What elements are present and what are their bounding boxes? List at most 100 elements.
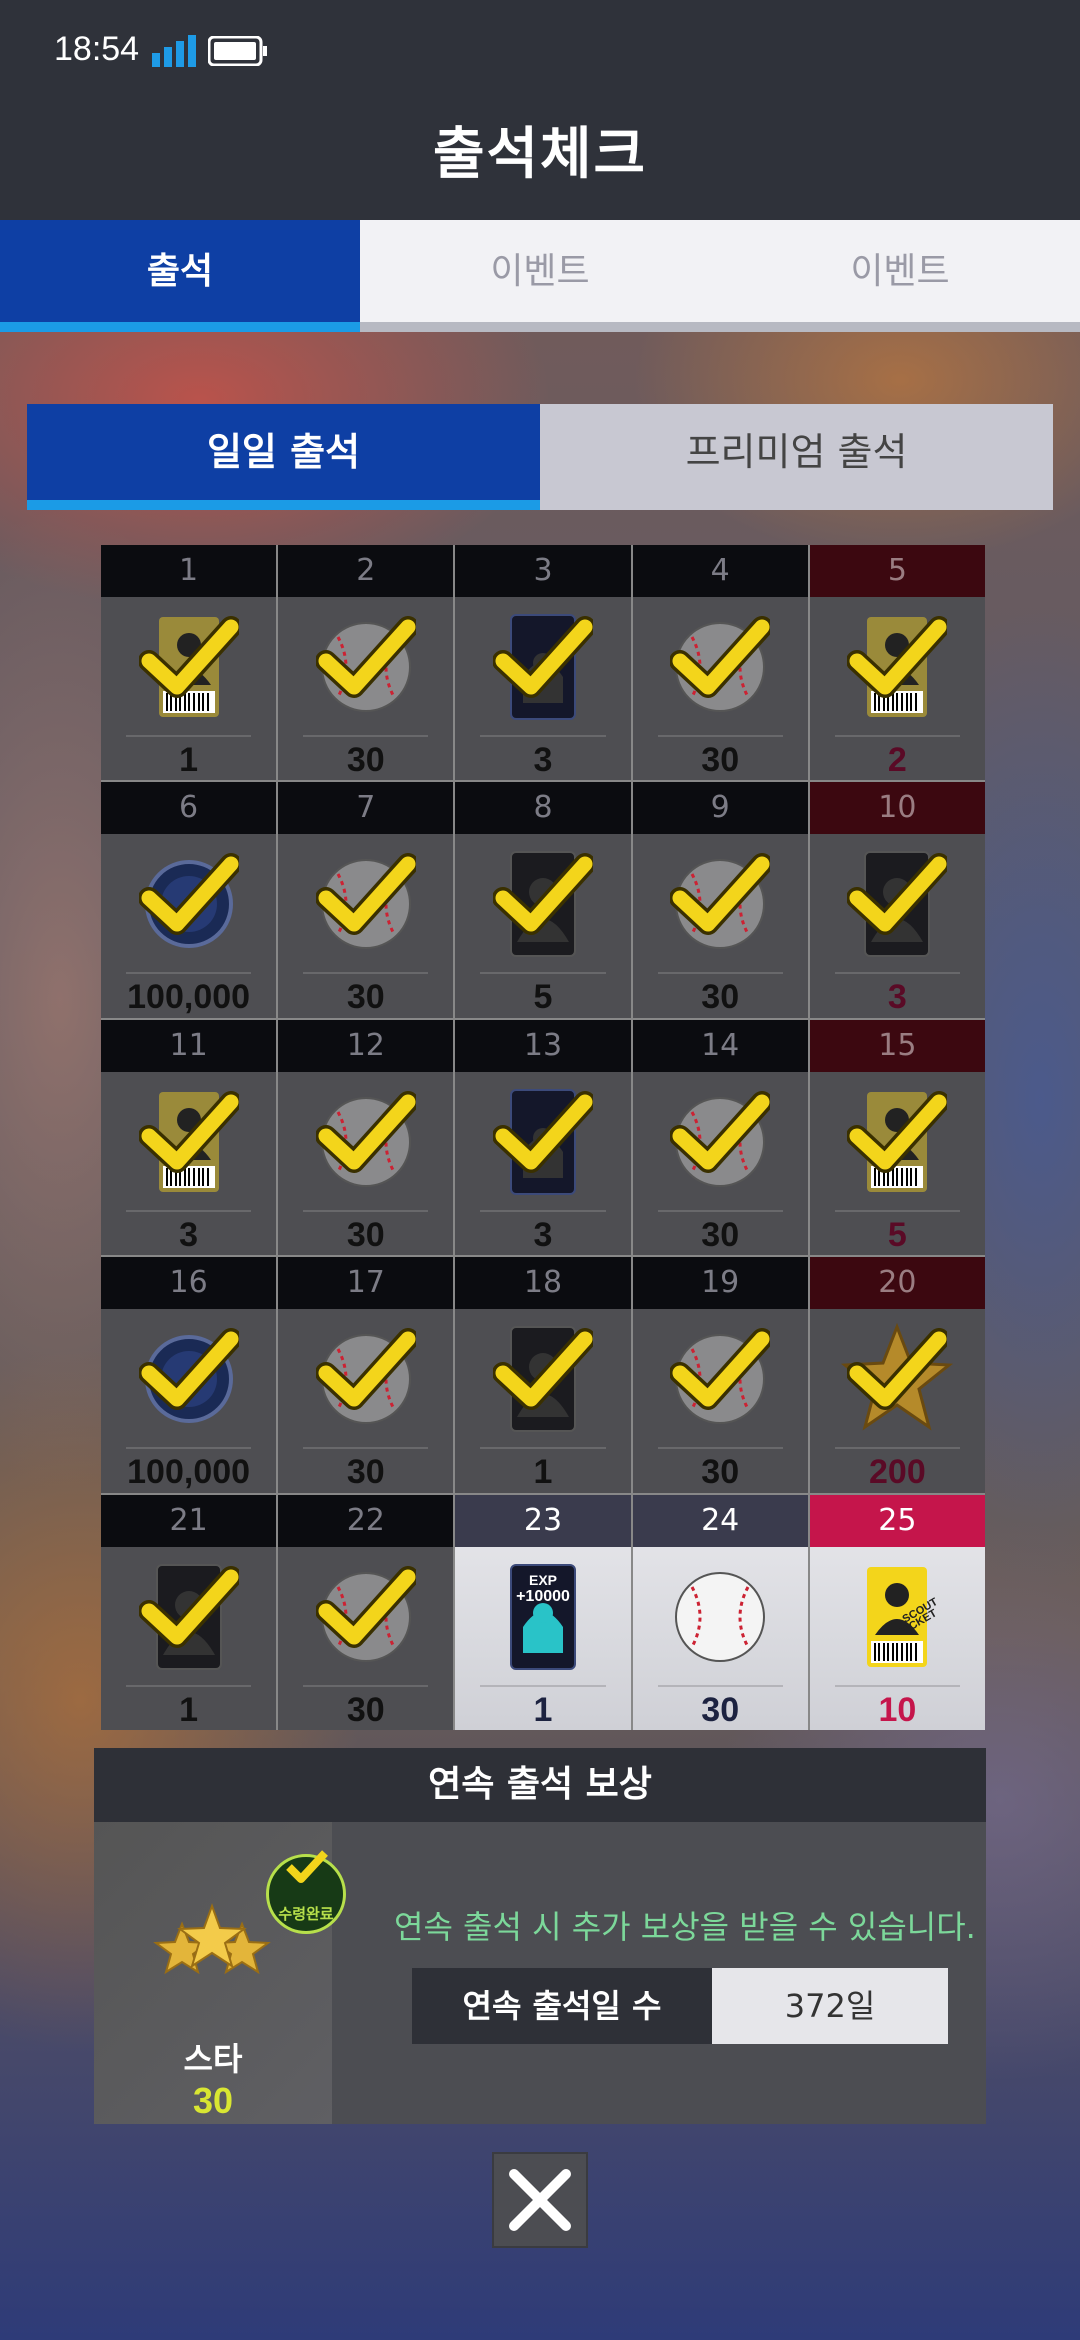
reward-amount: 5 bbox=[887, 1215, 907, 1254]
day-number: 9 bbox=[632, 782, 808, 835]
calendar-day-1[interactable]: 11 bbox=[101, 545, 277, 781]
calendar-day-18[interactable]: 18 1 bbox=[455, 1257, 631, 1493]
day-number: 11 bbox=[101, 1019, 277, 1072]
attendance-calendar: 1 1 2 30 3 3 4 30 5 2 6 100,000 7 30 8 5 9 30 10 3 11 3 12 30 13… bbox=[101, 545, 985, 1730]
streak-bonus-panel: 연속 출석 보상 수령완료 스타 30 연속 출석 시 추가 보상을 받을 수 … bbox=[94, 1748, 986, 2124]
check-icon bbox=[138, 616, 239, 698]
reward-amount: 1 bbox=[179, 741, 199, 779]
reward-amount: 1 bbox=[533, 1690, 553, 1729]
reward-amount: 100,000 bbox=[127, 978, 251, 1017]
calendar-day-7[interactable]: 7 30 bbox=[278, 782, 454, 1018]
calendar-day-10[interactable]: 10 3 bbox=[809, 782, 985, 1018]
status-time: 18:54 bbox=[54, 30, 140, 68]
calendar-day-2[interactable]: 2 30 bbox=[278, 545, 454, 781]
reward-amount: 30 bbox=[346, 741, 385, 779]
page-title: 출석체크 bbox=[432, 122, 648, 187]
check-icon bbox=[315, 1328, 416, 1411]
calendar-day-19[interactable]: 19 30 bbox=[632, 1257, 808, 1493]
day-number: 1 bbox=[101, 545, 277, 597]
calendar-day-4[interactable]: 4 30 bbox=[632, 545, 808, 781]
calendar-day-13[interactable]: 13 3 bbox=[455, 1019, 631, 1256]
calendar-day-23[interactable]: 23 EXP +10000 1 bbox=[455, 1494, 631, 1730]
calendar-day-9[interactable]: 9 30 bbox=[632, 782, 808, 1018]
battery-icon bbox=[208, 36, 267, 66]
check-icon bbox=[492, 1328, 593, 1411]
tab-event-2[interactable]: 이벤트 bbox=[720, 220, 1080, 322]
day-number: 6 bbox=[101, 782, 277, 835]
check-icon bbox=[847, 1090, 948, 1173]
check-icon bbox=[670, 1328, 771, 1411]
calendar-day-14[interactable]: 14 30 bbox=[632, 1019, 808, 1256]
svg-text:EXP: EXP bbox=[529, 1572, 557, 1588]
day-number: 24 bbox=[632, 1494, 808, 1547]
calendar-day-6[interactable]: 6 100,000 bbox=[101, 782, 277, 1018]
day-number: 7 bbox=[278, 782, 454, 835]
close-button[interactable] bbox=[492, 2152, 588, 2248]
status-bar: 18:54 bbox=[0, 0, 1080, 100]
check-icon bbox=[138, 853, 239, 936]
reward-icon: SCOUT TICKET bbox=[837, 1557, 957, 1677]
check-icon bbox=[492, 853, 593, 936]
calendar-day-5[interactable]: 52 bbox=[809, 545, 985, 781]
check-icon bbox=[315, 853, 416, 936]
day-number: 18 bbox=[455, 1257, 631, 1310]
check-icon bbox=[315, 1090, 416, 1173]
check-icon bbox=[670, 1090, 771, 1173]
day-number: 2 bbox=[278, 545, 454, 597]
calendar-day-24[interactable]: 24 30 bbox=[632, 1494, 808, 1730]
tab-event-1[interactable]: 이벤트 bbox=[360, 220, 720, 322]
calendar-day-11[interactable]: 11 3 bbox=[101, 1019, 277, 1256]
day-number: 14 bbox=[632, 1019, 808, 1072]
reward-amount: 1 bbox=[533, 1453, 553, 1492]
calendar-day-25[interactable]: 25 SCOUT TICKET 10 bbox=[809, 1494, 985, 1730]
check-icon bbox=[492, 616, 593, 698]
check-icon bbox=[315, 1565, 416, 1648]
baseball-icon bbox=[675, 1571, 766, 1662]
svg-text:+10000: +10000 bbox=[516, 1588, 570, 1605]
day-number: 17 bbox=[278, 1257, 454, 1310]
calendar-day-20[interactable]: 20 200 bbox=[809, 1257, 985, 1493]
calendar-day-12[interactable]: 12 30 bbox=[278, 1019, 454, 1256]
tab-daily-attendance[interactable]: 일일 출석 bbox=[27, 404, 540, 510]
calendar-day-21[interactable]: 21 1 bbox=[101, 1494, 277, 1730]
day-number: 16 bbox=[101, 1257, 277, 1310]
check-icon bbox=[670, 616, 771, 698]
streak-counter-label: 연속 출석일 수 bbox=[412, 1968, 712, 2044]
day-number: 13 bbox=[455, 1019, 631, 1072]
reward-amount: 30 bbox=[701, 1690, 740, 1729]
reward-icon: EXP +10000 bbox=[483, 1557, 603, 1677]
check-icon bbox=[670, 853, 771, 936]
reward-amount: 30 bbox=[701, 741, 740, 779]
day-number: 8 bbox=[455, 782, 631, 835]
streak-reward-amount: 30 bbox=[192, 2080, 234, 2121]
reward-amount: 2 bbox=[887, 741, 907, 779]
reward-amount: 30 bbox=[346, 1690, 385, 1729]
day-number: 23 bbox=[455, 1494, 631, 1547]
signal-icon bbox=[152, 35, 196, 67]
claimed-stamp: 수령완료 bbox=[266, 1850, 346, 1934]
calendar-day-17[interactable]: 17 30 bbox=[278, 1257, 454, 1493]
tab-attendance[interactable]: 출석 bbox=[0, 220, 360, 332]
star-icon bbox=[153, 1903, 271, 1975]
scout-ticket-icon: SCOUTTICKET bbox=[867, 1566, 940, 1667]
reward-amount: 5 bbox=[533, 978, 553, 1017]
day-number: 20 bbox=[809, 1257, 985, 1310]
reward-amount: 3 bbox=[533, 1215, 553, 1254]
reward-amount: 30 bbox=[346, 1453, 385, 1492]
calendar-day-8[interactable]: 85 bbox=[455, 782, 631, 1018]
calendar-day-15[interactable]: 15 5 bbox=[809, 1019, 985, 1256]
reward-amount: 100,000 bbox=[127, 1453, 251, 1492]
calendar-day-22[interactable]: 22 30 bbox=[278, 1494, 454, 1730]
calendar-day-3[interactable]: 33 bbox=[455, 545, 631, 781]
calendar-day-16[interactable]: 16 100,000 bbox=[101, 1257, 277, 1493]
reward-amount: 3 bbox=[533, 741, 553, 779]
reward-amount: 30 bbox=[701, 1215, 740, 1254]
sub-tab-bar: 일일 출석 프리미엄 출석 bbox=[27, 404, 1053, 510]
check-icon bbox=[138, 1090, 239, 1173]
check-icon bbox=[847, 853, 948, 936]
day-number: 19 bbox=[632, 1257, 808, 1310]
tab-premium-attendance[interactable]: 프리미엄 출석 bbox=[540, 404, 1053, 510]
reward-amount: 30 bbox=[701, 978, 740, 1017]
check-icon bbox=[138, 1328, 239, 1411]
streak-reward-name: 스타 bbox=[183, 2040, 243, 2078]
